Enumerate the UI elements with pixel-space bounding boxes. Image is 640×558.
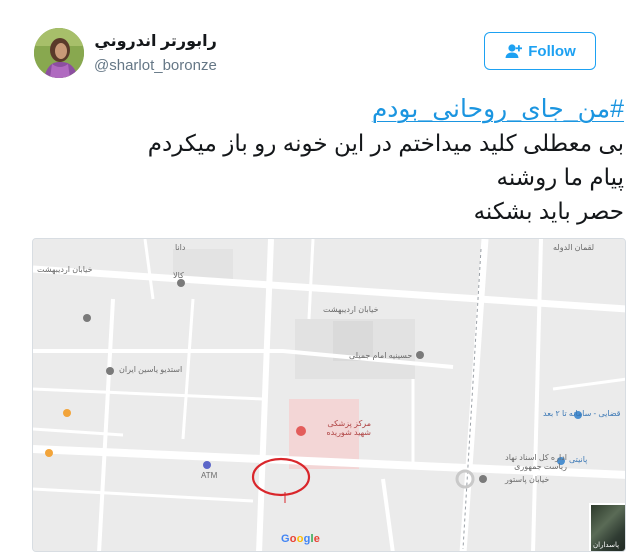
map-label: خیابان اردیبهشت <box>37 265 93 274</box>
tweet-text: #من_جای_روحانی_بودم بی معطلی کلید میداخت… <box>44 92 624 228</box>
follow-label: Follow <box>528 42 576 60</box>
map-label: حسینیه امام جمیلی <box>349 351 413 360</box>
map-label: استدیو یاسین ایران <box>119 365 183 374</box>
map-canvas <box>33 239 625 551</box>
map-label: پانیتی <box>569 455 588 464</box>
add-user-icon <box>505 44 523 58</box>
google-logo: Google <box>281 533 320 545</box>
thumbnail-label: پاسداران <box>593 542 620 549</box>
map-label: کالا <box>173 271 184 280</box>
google-letter: e <box>313 533 321 545</box>
street-view-thumbnail[interactable]: پاسداران <box>589 503 625 551</box>
map-label: خیابان پاستور <box>505 475 550 484</box>
tweet-line-3: حصر باید بشکنه <box>473 198 624 224</box>
map-label: اداره کل اسناد نهاد ریاست جمهوری <box>505 453 567 471</box>
google-letter: o <box>296 533 304 545</box>
map-label: خیابان اردیبهشت <box>323 305 379 314</box>
author-info: رابورتر اندروني @sharlot_boronze <box>94 32 217 76</box>
display-name[interactable]: رابورتر اندروني <box>94 32 216 52</box>
map-label: دانا <box>175 243 186 252</box>
tweet-line-2: پیام ما روشنه <box>496 164 624 190</box>
tweet-header: رابورتر اندروني @sharlot_boronze Follow <box>26 24 626 80</box>
map-image[interactable]: خیابان اردیبهشت دانا کالا لقمان الدوله خ… <box>32 238 626 552</box>
map-label: قضایی - سامانه تا ۲ بعد <box>543 409 621 418</box>
follow-button[interactable]: Follow <box>484 32 596 70</box>
map-label: لقمان الدوله <box>553 243 595 252</box>
google-letter: o <box>289 533 297 545</box>
tweet-card: رابورتر اندروني @sharlot_boronze Follow … <box>0 0 640 558</box>
map-label: ATM <box>201 471 218 480</box>
avatar[interactable] <box>34 28 84 78</box>
google-letter: g <box>303 533 311 545</box>
map-label: مرکز پزشکی شهید شوریده <box>326 419 371 437</box>
username-handle[interactable]: @sharlot_boronze <box>94 56 217 76</box>
tweet-line-1: بی معطلی کلید میداختم در این خونه رو باز… <box>147 130 624 156</box>
avatar-image <box>34 28 84 78</box>
google-letter: G <box>281 533 290 545</box>
hashtag-link[interactable]: #من_جای_روحانی_بودم <box>44 92 624 126</box>
